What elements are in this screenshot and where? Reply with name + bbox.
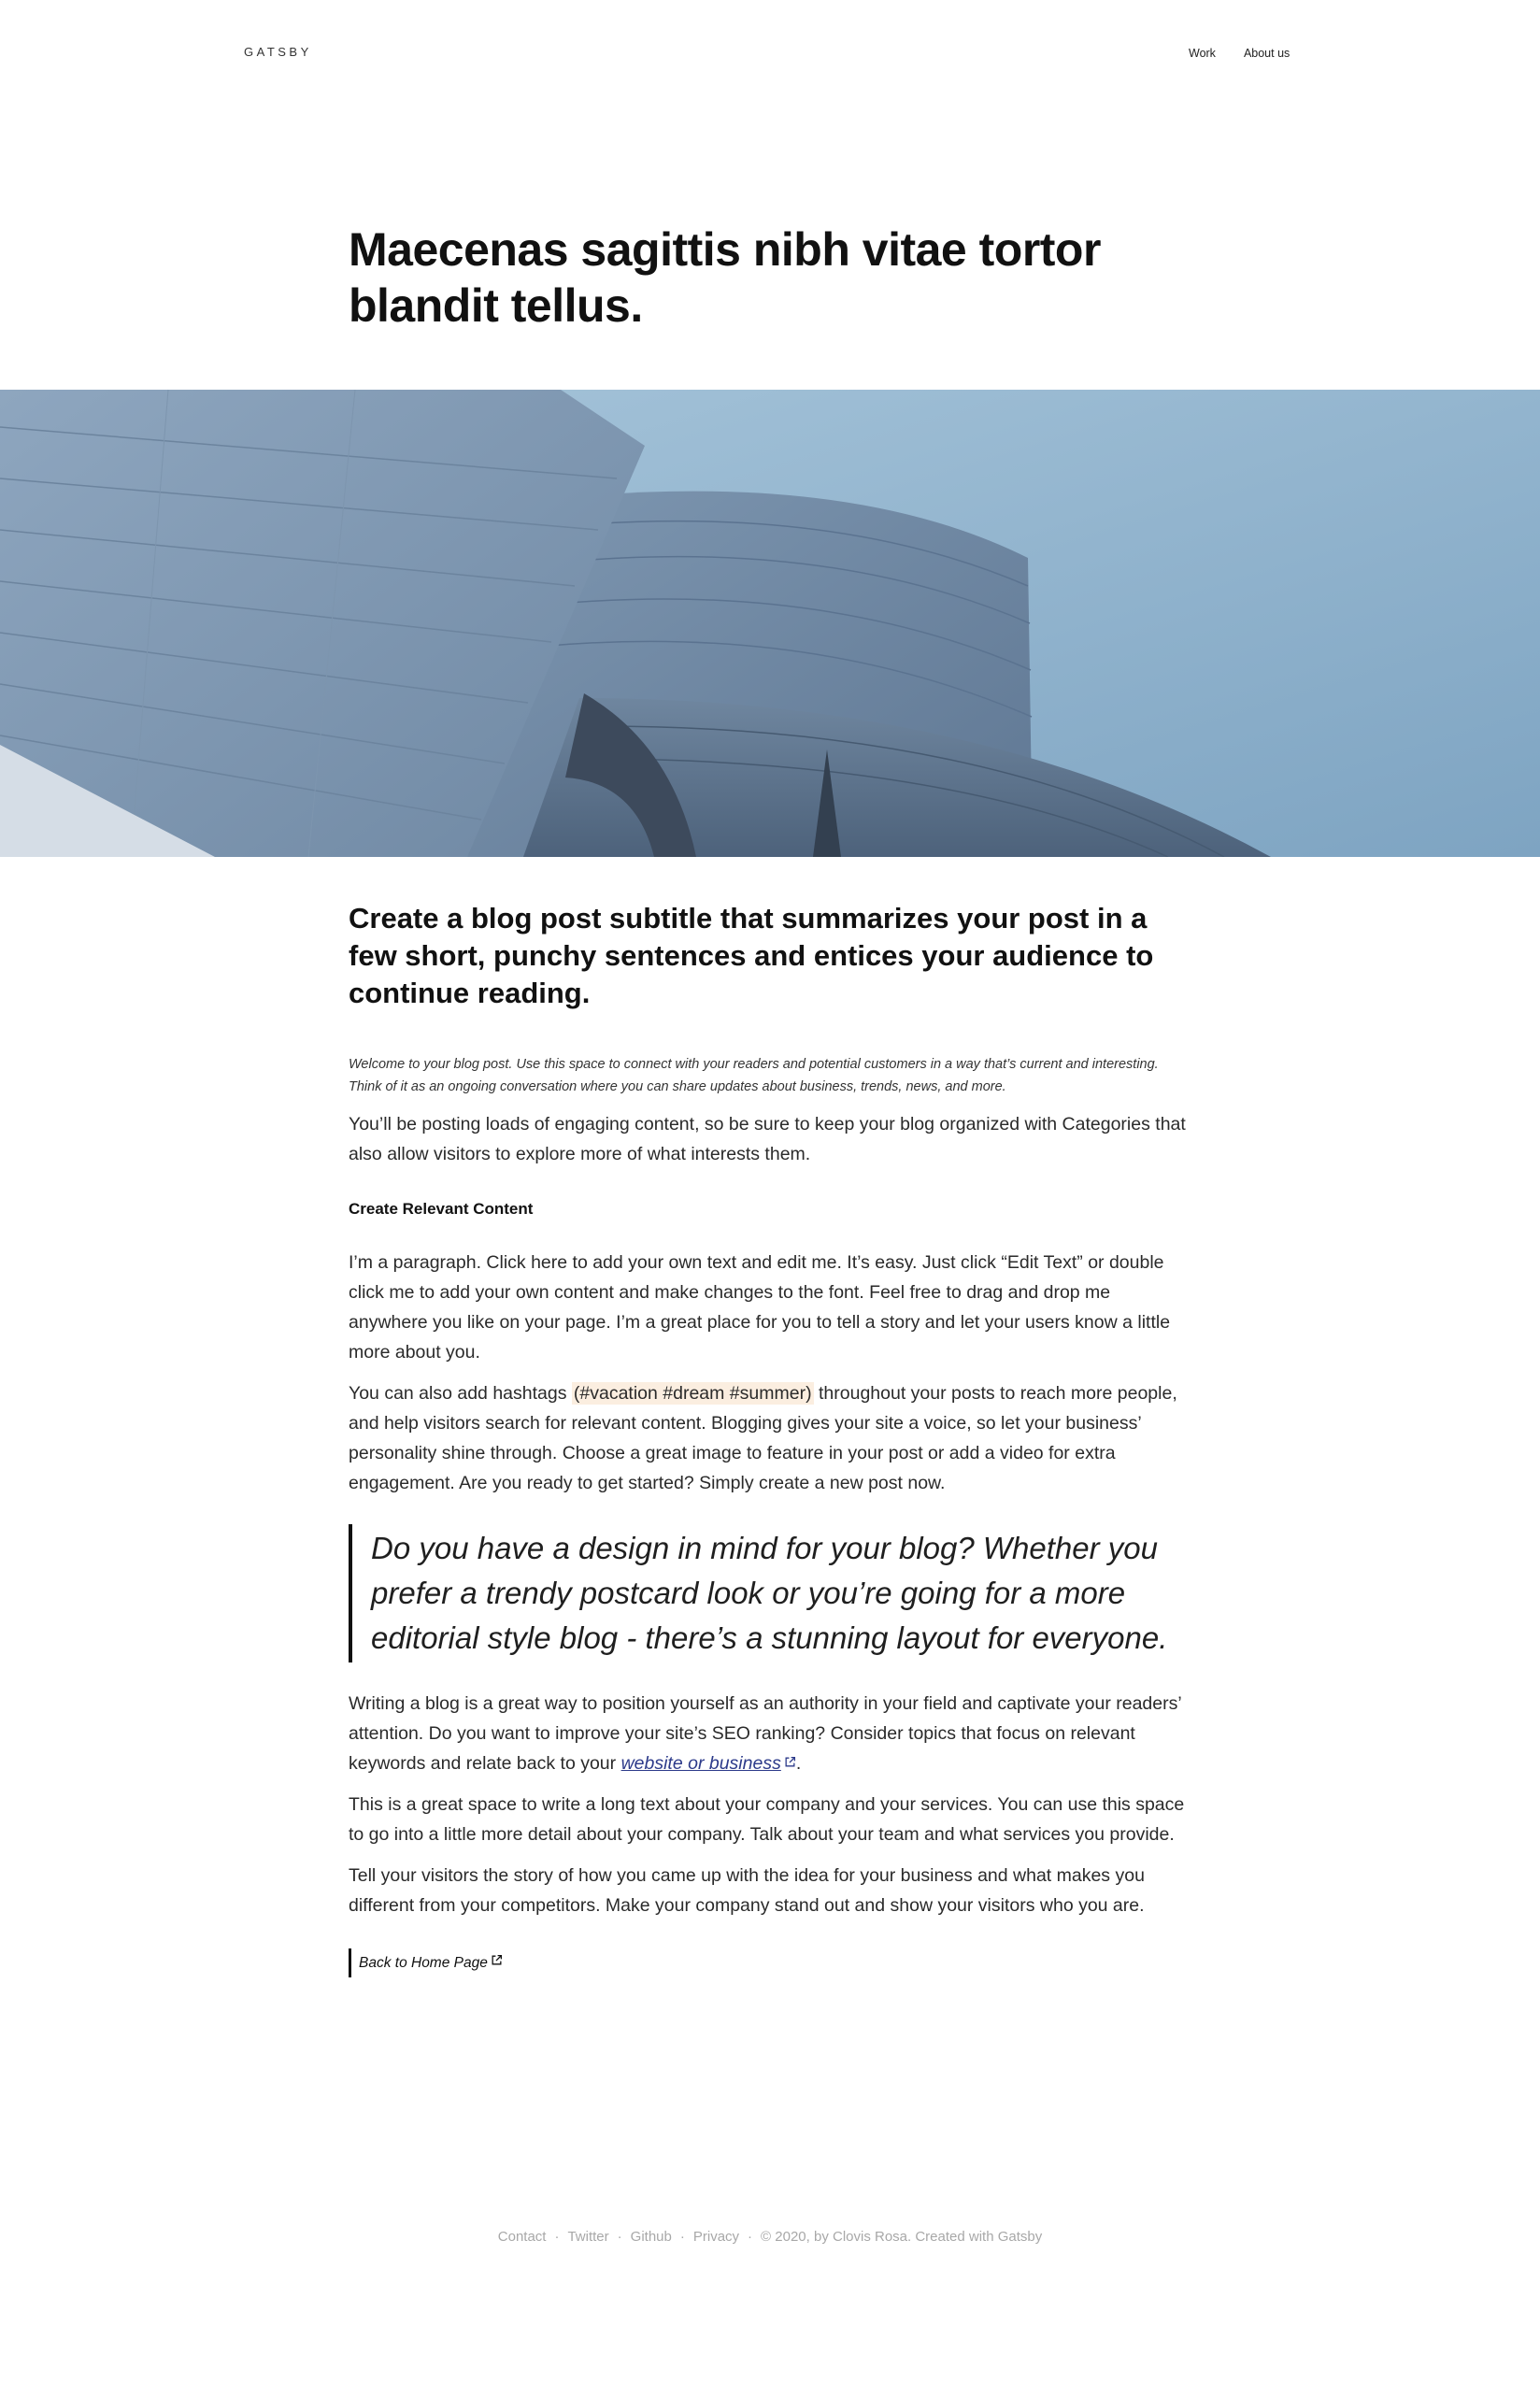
footer-separator: · (679, 2229, 685, 2245)
back-to-home-label: Back to Home Page (359, 1955, 488, 1971)
post-content: Create a blog post subtitle that summari… (349, 900, 1190, 1977)
footer-link-privacy[interactable]: Privacy (693, 2229, 739, 2245)
paragraph-categories: You’ll be posting loads of engaging cont… (349, 1114, 1186, 1164)
site-logo[interactable]: GATSBY (244, 45, 312, 59)
footer-link-github[interactable]: Github (631, 2229, 672, 2245)
website-link-label: website or business (620, 1753, 781, 1774)
paragraph-company: This is a great space to write a long te… (349, 1794, 1185, 1845)
footer-link-twitter[interactable]: Twitter (567, 2229, 608, 2245)
paragraph-hashtags: You can also add hashtags (#vacation #dr… (349, 1378, 1190, 1498)
hero-architecture-illustration (0, 390, 1540, 857)
paragraph-story: Tell your visitors the story of how you … (349, 1865, 1145, 1916)
post-subtitle: Create a blog post subtitle that summari… (349, 902, 1154, 1009)
footer-separator: · (554, 2229, 560, 2245)
pull-quote: Do you have a design in mind for your bl… (349, 1524, 1190, 1662)
footer-copyright: © 2020, by Clovis Rosa. Created with Gat… (761, 2229, 1043, 2245)
paragraph-edit-me: I’m a paragraph. Click here to add your … (349, 1252, 1171, 1363)
site-header: GATSBY Work About us (0, 0, 1540, 103)
footer-separator: · (617, 2229, 622, 2245)
hero-image (0, 390, 1540, 857)
seo-text-end: . (795, 1753, 802, 1774)
hashtags-intro-text: You can also add hashtags (349, 1383, 572, 1404)
main-nav: Work About us (1189, 47, 1290, 60)
nav-link-about-us[interactable]: About us (1244, 47, 1290, 60)
website-or-business-link[interactable]: website or business (621, 1753, 796, 1774)
section-heading: Create Relevant Content (349, 1200, 534, 1218)
hashtags-highlight: (#vacation #dream #summer) (571, 1382, 814, 1405)
paragraph-seo: Writing a blog is a great way to positio… (349, 1689, 1190, 1778)
footer-link-contact[interactable]: Contact (498, 2229, 547, 2245)
post-title: Maecenas sagittis nibh vitae tortor blan… (349, 223, 1101, 332)
external-link-icon (785, 1756, 795, 1767)
external-link-icon (492, 1954, 502, 1965)
back-to-home-link[interactable]: Back to Home Page (349, 1948, 503, 1977)
site-footer: Contact · Twitter · Github · Privacy · © 2020, b… (0, 2229, 1540, 2245)
nav-link-work[interactable]: Work (1189, 47, 1216, 60)
post-intro: Welcome to your blog post. Use this spac… (349, 1057, 1159, 1094)
footer-separator: · (748, 2229, 753, 2245)
